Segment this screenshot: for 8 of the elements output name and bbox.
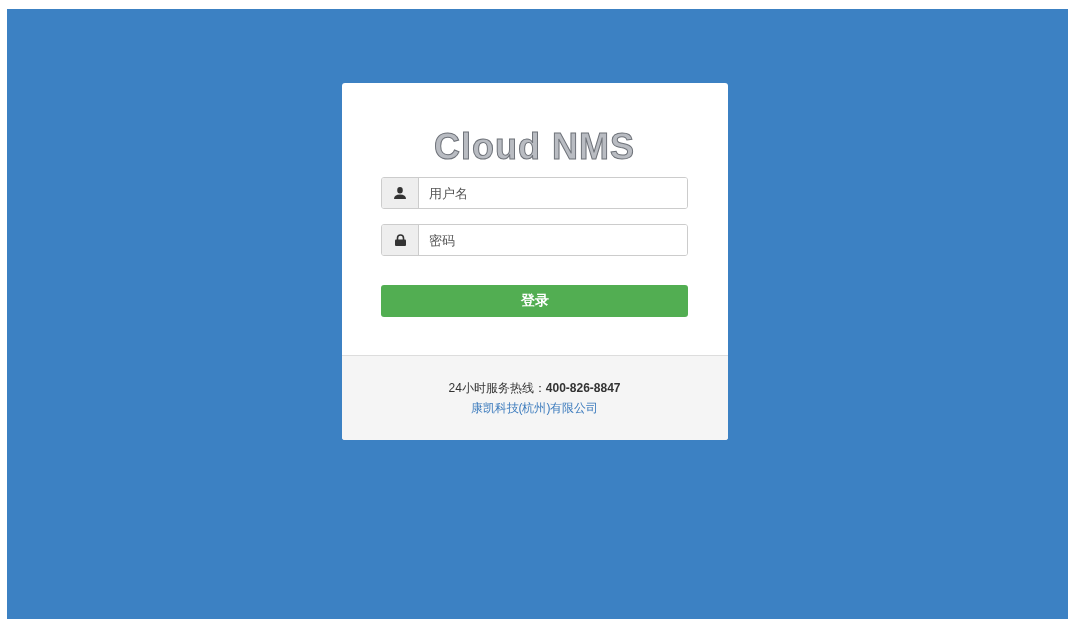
logo: Cloud NMS <box>434 127 635 167</box>
lock-icon <box>394 234 406 246</box>
login-button[interactable]: 登录 <box>381 285 688 317</box>
password-field[interactable]: 密码 <box>381 224 688 256</box>
hotline-text: 24小时服务热线：400-826-8847 <box>448 379 621 397</box>
user-icon <box>394 187 406 199</box>
company-link[interactable]: 康凯科技(杭州)有限公司 <box>470 399 599 417</box>
username-field[interactable]: 用户名 <box>381 177 688 209</box>
